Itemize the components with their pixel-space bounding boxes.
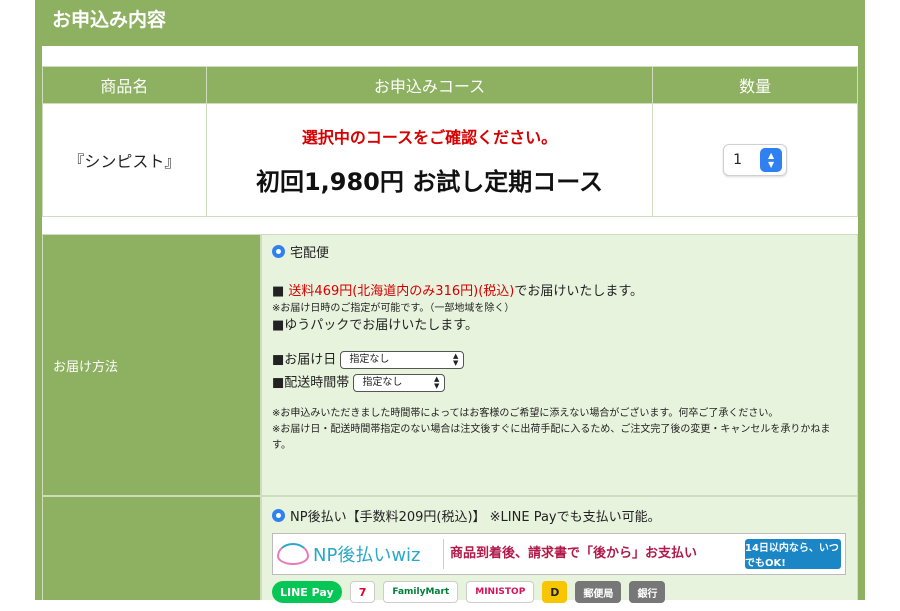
radio-selected-icon[interactable] [272, 245, 285, 258]
delivery-time-row: ■配送時間帯 指定なし ▲ ▼ [272, 373, 847, 393]
payment-option-label: NP後払い【手数料209円(税込)】 ※LINE Payでも支払い可能。 [290, 510, 661, 525]
payment-logos: LINE Pay 7 FamilyMart MINISTOP D 郵便局 銀行 [272, 581, 846, 611]
payment-content: NP後払い【手数料209円(税込)】 ※LINE Payでも支払い可能。 NP後… [261, 496, 858, 603]
section-title: お申込み内容 [42, 0, 858, 46]
np-logo-text: NP後払いwiz [313, 545, 421, 566]
np-logo: NP後払いwiz [277, 541, 443, 567]
delivery-time-value: 指定なし [362, 376, 403, 388]
payment-option[interactable]: NP後払い【手数料209円(税込)】 ※LINE Payでも支払い可能。 [272, 509, 847, 527]
np-message: 商品到着後、請求書で「後から」お支払い [443, 539, 745, 569]
course-cell: 選択中のコースをご確認ください。 初回1,980円 お試し定期コース [205, 103, 654, 217]
shipping-fee: 送料469円(北海道内のみ316円)(税込) [288, 284, 515, 299]
note-date: ※お届け日時のご指定が可能です。（一部地域を除く） [272, 303, 515, 314]
delivery-date-value: 指定なし [349, 354, 390, 365]
delivery-option[interactable]: 宅配便 [272, 245, 847, 263]
quantity-cell: 1 ▲ ▼ [652, 103, 858, 217]
course-name: 初回1,980円 お試し定期コース [255, 167, 604, 196]
delivery-date-row: ■お届け日 指定なし ▲ ▼ [272, 351, 847, 370]
yupack-line: ■ゆうパックでお届けいたします。 [272, 318, 478, 333]
delivery-label: お届け方法 [42, 234, 261, 496]
delivery-note-2: ※お届け日・配送時間帯指定のない場合は注文後すぐに出荷手配に入るため、ご注文完了… [272, 424, 831, 451]
np-banner: NP後払いwiz 商品到着後、請求書で「後から」お支払い 14日以内なら、いつで… [272, 533, 846, 575]
payment-row: NP後払い【手数料209円(税込)】 ※LINE Payでも支払い可能。 NP後… [42, 496, 858, 603]
select-arrows-icon: ▲ ▼ [434, 374, 440, 390]
quantity-value: 1 [733, 152, 743, 168]
quantity-select[interactable]: 1 ▲ ▼ [723, 144, 788, 176]
delivery-date-label: ■お届け日 [272, 352, 337, 368]
np-swirl-icon [277, 543, 309, 565]
delivery-time-label: ■配送時間帯 [272, 375, 350, 390]
select-arrows-icon: ▲ ▼ [453, 352, 459, 367]
delivery-time-select[interactable]: 指定なし ▲ ▼ [353, 373, 446, 392]
delivery-content: 宅配便 ■ 送料469円(北海道内のみ316円)(税込)でお届けいたします。 ※… [261, 234, 858, 496]
radio-selected-icon[interactable] [272, 509, 285, 522]
bullet-icon: ■ [272, 284, 289, 299]
delivery-note-1: ※お申込みいただきました時間帯によってはお客様のご希望に添えない場合がございます… [272, 408, 779, 419]
payment-label [42, 496, 261, 600]
header-product-name: 商品名 [42, 66, 207, 104]
product-name-cell: 『シンピスト』 [42, 103, 207, 217]
delivery-date-select[interactable]: 指定なし ▲ ▼ [340, 351, 465, 369]
product-name: 『シンピスト』 [68, 152, 181, 171]
stepper-arrows-icon: ▲ ▼ [760, 148, 783, 172]
header-course: お申込みコース [205, 66, 654, 104]
course-notice: 選択中のコースをご確認ください。 [301, 127, 558, 147]
header-quantity: 数量 [652, 66, 858, 104]
shipping-fee-line: ■ 送料469円(北海道内のみ316円)(税込)でお届けいたします。 [272, 283, 847, 301]
delivery-row: お届け方法 宅配便 ■ 送料469円(北海道内のみ316円)(税込)でお届けいた… [42, 234, 858, 496]
shipping-suffix: でお届けいたします。 [514, 284, 644, 299]
delivery-option-label: 宅配便 [290, 246, 330, 261]
np-badge: 14日以内なら、いつでもOK! [745, 539, 841, 569]
order-table: 商品名 お申込みコース 数量 『シンピスト』 選択中のコースをご確認ください。 … [42, 66, 858, 217]
